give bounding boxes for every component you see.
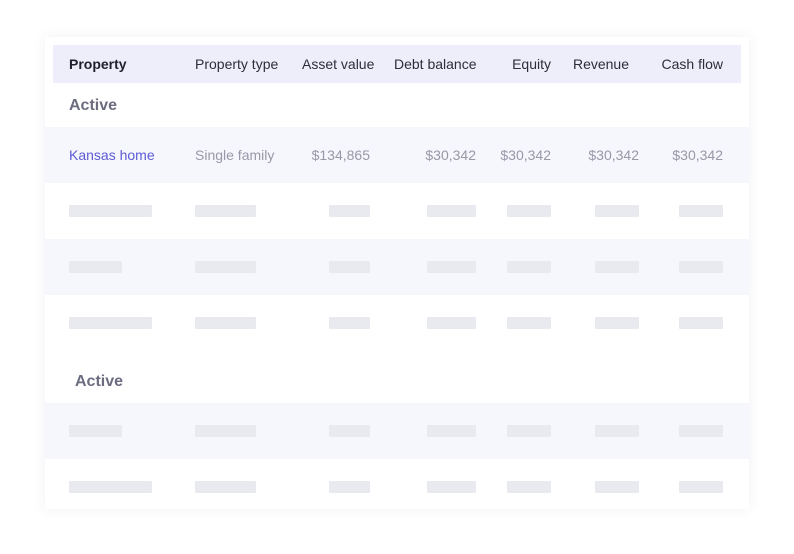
table-row-skeleton (45, 459, 749, 509)
asset-value-cell: $134,865 (311, 147, 370, 163)
skeleton-bar (679, 205, 723, 217)
skeleton-bar (507, 205, 551, 217)
skeleton-bar (507, 261, 551, 273)
skeleton-bar (507, 481, 551, 493)
skeleton-bar (329, 205, 370, 217)
skeleton-bar (595, 425, 639, 437)
column-header-property-type[interactable]: Property type (195, 45, 278, 83)
table-row[interactable]: Kansas home Single family $134,865 $30,3… (45, 127, 749, 183)
skeleton-bar (69, 425, 122, 437)
skeleton-bar (195, 425, 256, 437)
skeleton-bar (595, 205, 639, 217)
debt-balance-cell: $30,342 (425, 147, 476, 163)
skeleton-bar (427, 317, 476, 329)
skeleton-bar (69, 261, 122, 273)
skeleton-bar (679, 317, 723, 329)
column-header-equity[interactable]: Equity (491, 45, 551, 83)
skeleton-bar (679, 481, 723, 493)
skeleton-bar (195, 481, 256, 493)
properties-table-card: Property Property type Asset value Debt … (45, 37, 749, 509)
skeleton-bar (507, 425, 551, 437)
skeleton-bar (329, 481, 370, 493)
skeleton-bar (195, 317, 256, 329)
cash-flow-cell: $30,342 (672, 147, 723, 163)
skeleton-bar (595, 481, 639, 493)
table-row-skeleton (45, 183, 749, 239)
skeleton-bar (427, 205, 476, 217)
skeleton-bar (427, 481, 476, 493)
table-row-skeleton (45, 403, 749, 459)
skeleton-bar (329, 261, 370, 273)
property-type-cell: Single family (195, 147, 275, 163)
column-header-asset-value[interactable]: Asset value (302, 45, 374, 83)
skeleton-bar (195, 205, 256, 217)
table-header: Property Property type Asset value Debt … (53, 45, 741, 83)
skeleton-bar (507, 317, 551, 329)
column-header-property[interactable]: Property (69, 45, 127, 83)
skeleton-bar (427, 425, 476, 437)
skeleton-bar (69, 205, 152, 217)
skeleton-bar (427, 261, 476, 273)
equity-cell: $30,342 (500, 147, 551, 163)
skeleton-bar (329, 317, 370, 329)
section-heading-active: Active (69, 97, 118, 114)
property-name-link[interactable]: Kansas home (69, 127, 155, 183)
skeleton-bar (69, 317, 152, 329)
column-header-cash-flow[interactable]: Cash flow (651, 45, 723, 83)
column-header-revenue[interactable]: Revenue (561, 45, 629, 83)
skeleton-bar (195, 261, 256, 273)
skeleton-bar (679, 425, 723, 437)
skeleton-bar (679, 261, 723, 273)
table-row-skeleton (45, 239, 749, 295)
revenue-cell: $30,342 (588, 147, 639, 163)
skeleton-bar (69, 481, 152, 493)
skeleton-bar (595, 317, 639, 329)
section-heading-active: Active (75, 373, 124, 390)
skeleton-bar (595, 261, 639, 273)
skeleton-bar (329, 425, 370, 437)
column-header-debt-balance[interactable]: Debt balance (394, 45, 477, 83)
table-row-skeleton (45, 295, 749, 351)
